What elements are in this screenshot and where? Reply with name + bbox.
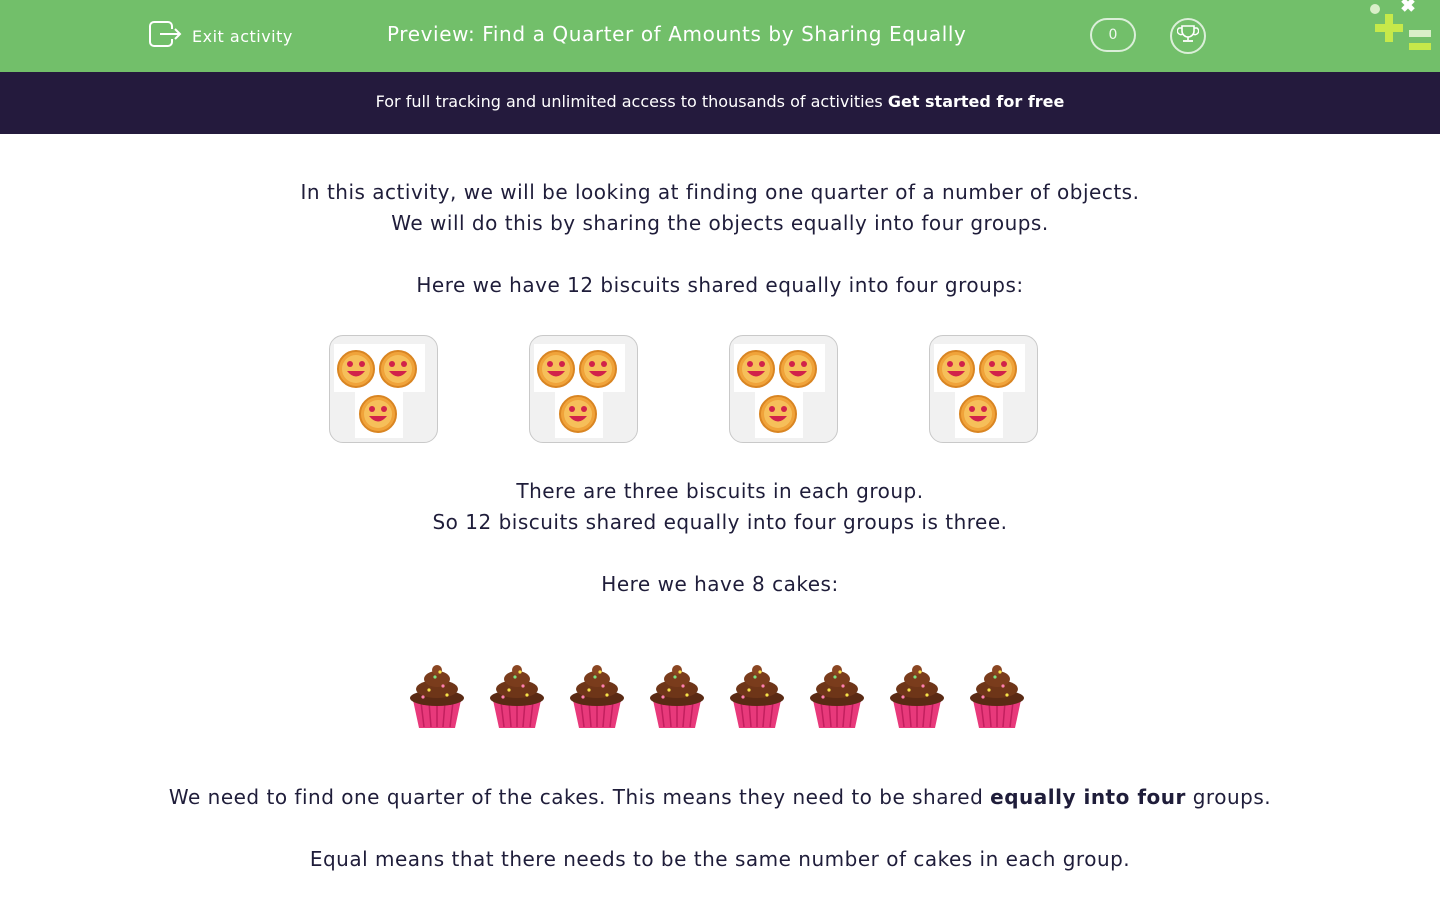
exit-activity-label: Exit activity xyxy=(192,26,293,46)
biscuit xyxy=(359,395,397,433)
biscuit xyxy=(559,395,597,433)
cupcake xyxy=(730,665,784,728)
biscuit xyxy=(337,350,375,388)
result-line-1: There are three biscuits in each group. xyxy=(516,479,924,503)
biscuit xyxy=(937,350,975,388)
cupcake xyxy=(570,665,624,728)
equal-explanation: Equal means that there needs to be the s… xyxy=(309,847,1131,871)
cupcake xyxy=(650,665,704,728)
biscuit xyxy=(537,350,575,388)
biscuit-group xyxy=(329,335,438,443)
cupcake xyxy=(970,665,1024,728)
cupcake xyxy=(490,665,544,728)
cupcake xyxy=(810,665,864,728)
intro-line-1: In this activity, we will be looking at … xyxy=(300,180,1140,204)
biscuit-group xyxy=(929,335,1038,443)
biscuit xyxy=(579,350,617,388)
share-text-bold: equally into four xyxy=(990,785,1186,809)
share-explanation: We need to find one quarter of the cakes… xyxy=(0,785,1440,809)
get-started-link[interactable]: Get started for free xyxy=(888,92,1065,111)
biscuit-group xyxy=(729,335,838,443)
top-bar: Exit activity Preview: Find a Quarter of… xyxy=(0,0,1440,72)
share-text-pre: We need to find one quarter of the cakes… xyxy=(168,785,991,809)
cakes-intro: Here we have 8 cakes: xyxy=(601,572,839,596)
biscuit xyxy=(959,395,997,433)
cupcake xyxy=(890,665,944,728)
biscuit xyxy=(759,395,797,433)
biscuit xyxy=(779,350,817,388)
trophy-button[interactable] xyxy=(1170,18,1206,54)
biscuit-group xyxy=(529,335,638,443)
share-text-post: groups. xyxy=(1185,785,1272,809)
exit-icon xyxy=(148,19,182,53)
result-line-2: So 12 biscuits shared equally into four … xyxy=(432,510,1008,534)
biscuits-intro: Here we have 12 biscuits shared equally … xyxy=(416,273,1024,297)
biscuit xyxy=(979,350,1017,388)
biscuit xyxy=(737,350,775,388)
exit-activity-button[interactable]: Exit activity xyxy=(148,20,293,52)
upgrade-banner: For full tracking and unlimited access t… xyxy=(0,72,1440,134)
intro-line-2: We will do this by sharing the objects e… xyxy=(391,211,1049,235)
page-title: Preview: Find a Quarter of Amounts by Sh… xyxy=(387,22,967,46)
trophy-icon xyxy=(1176,24,1200,48)
cupcake xyxy=(410,665,464,728)
score-counter: 0 xyxy=(1090,18,1136,52)
biscuit xyxy=(379,350,417,388)
brand-logo xyxy=(1370,0,1431,50)
banner-text: For full tracking and unlimited access t… xyxy=(375,92,888,111)
